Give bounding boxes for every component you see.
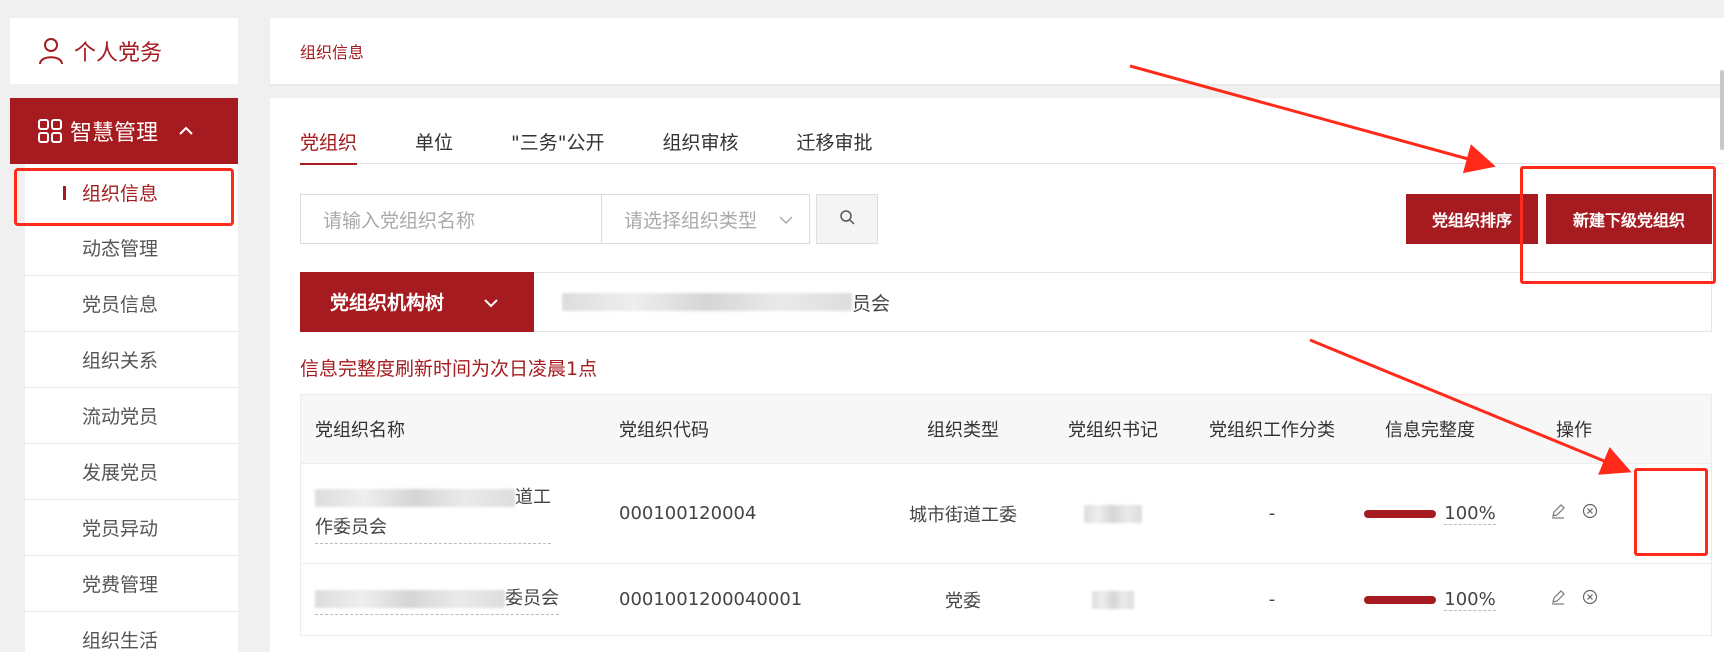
search-placeholder: 请输入党组织名称 [323,209,476,232]
grid-icon [38,118,64,144]
sidebar-item-label: 党员异动 [82,518,159,540]
header-org-code: 党组织代码 [619,420,709,441]
org-name-text: 道工 [515,487,551,508]
header-completeness: 信息完整度 [1385,420,1475,441]
sidebar-item-label: 动态管理 [82,238,159,260]
org-type-cell: 党委 [945,590,981,612]
org-type-cell: 城市街道工委 [909,504,1017,526]
org-name-cell[interactable]: 道工作委员会 [301,483,619,544]
active-indicator [63,186,66,200]
secretary-cell [1037,589,1189,610]
org-name-text: 委员会 [505,588,559,609]
sidebar-item-label: 流动党员 [82,406,159,428]
header-work-category: 党组织工作分类 [1209,420,1335,441]
sidebar-item-relations[interactable]: 组织关系 [25,332,238,388]
sidebar-item-mobile-members[interactable]: 流动党员 [25,388,238,444]
redacted-text [315,489,515,507]
chevron-up-icon [178,126,194,136]
redacted-text [315,590,505,608]
table-row: 委员会 0001001200040001 党委 - 100% [300,564,1712,636]
current-org-name: 员会 [562,289,890,316]
org-code-cell: 0001001200040001 [619,589,803,610]
org-tree-button[interactable]: 党组织机构树 [300,271,534,332]
sidebar-item-personal[interactable]: 个人党务 [10,18,238,84]
refresh-notice: 信息完整度刷新时间为次日凌晨1点 [300,358,598,380]
org-name-text: 作委员会 [315,517,387,538]
sidebar-smart-label: 智慧管理 [70,121,159,146]
sidebar-submenu: 组织信息 动态管理 党员信息 组织关系 流动党员 发展党员 党员异动 党费管理 … [25,164,238,652]
actions-cell [1505,589,1643,610]
redacted-text [1084,505,1142,523]
main-panel: 党组织 单位 "三务"公开 组织审核 迁移审批 请输入党组织名称 请选择组织类型… [270,98,1724,652]
sidebar-item-dynamic[interactable]: 动态管理 [25,220,238,276]
tab-three-affairs[interactable]: "三务"公开 [511,118,604,164]
sidebar-item-label: 党费管理 [82,574,159,596]
sidebar: 个人党务 智慧管理 组织信息 动态管理 党员信息 组织关系 流动党员 发展党员 … [0,0,240,652]
chevron-down-icon [779,208,793,230]
org-sort-button[interactable]: 党组织排序 [1406,194,1538,244]
breadcrumb: 组织信息 [270,18,1724,84]
sidebar-item-label: 组织信息 [82,182,159,205]
sidebar-item-label: 组织生活 [82,630,159,652]
org-type-select[interactable]: 请选择组织类型 [602,194,810,244]
redacted-text [1092,591,1134,609]
tab-transfer-approval[interactable]: 迁移审批 [797,118,873,164]
completeness-cell: 100% [1355,503,1505,525]
sidebar-item-label: 组织关系 [82,350,159,372]
redacted-text [562,293,852,311]
org-name-search-input[interactable]: 请输入党组织名称 [300,194,602,244]
sidebar-item-org-life[interactable]: 组织生活 [25,612,238,652]
search-icon [839,209,855,229]
delete-icon[interactable] [1582,589,1598,610]
actions-cell [1505,503,1643,524]
user-icon [38,36,68,66]
sidebar-personal-label: 个人党务 [74,41,163,66]
progress-bar [1364,595,1437,604]
delete-icon[interactable] [1582,503,1598,524]
header-org-name: 党组织名称 [315,420,405,441]
work-category-cell: - [1268,589,1276,610]
header-actions: 操作 [1556,420,1592,441]
work-category-cell: - [1268,503,1276,524]
header-secretary: 党组织书记 [1068,420,1158,441]
tab-bar: 党组织 单位 "三务"公开 组织审核 迁移审批 [300,118,1724,165]
sidebar-item-smart-management[interactable]: 智慧管理 [10,98,238,164]
sidebar-item-label: 发展党员 [82,462,159,484]
secretary-cell [1037,503,1189,524]
new-sub-org-button[interactable]: 新建下级党组织 [1546,194,1712,244]
org-name-cell[interactable]: 委员会 [301,584,619,615]
header-org-type: 组织类型 [927,420,999,441]
progress-value: 100% [1444,588,1496,611]
current-org-suffix: 员会 [852,292,891,315]
table-header: 党组织名称 党组织代码 组织类型 党组织书记 党组织工作分类 信息完整度 操作 [300,394,1712,464]
org-tree-label: 党组织机构树 [330,292,445,314]
sidebar-item-members[interactable]: 党员信息 [25,276,238,332]
chevron-down-icon [484,291,498,313]
sidebar-item-changes[interactable]: 党员异动 [25,500,238,556]
progress-bar [1364,509,1437,518]
edit-icon[interactable] [1550,589,1566,610]
search-button[interactable] [816,194,878,244]
tab-party-org[interactable]: 党组织 [300,118,358,165]
breadcrumb-current: 组织信息 [300,43,365,62]
progress-value: 100% [1444,502,1496,525]
sidebar-item-develop[interactable]: 发展党员 [25,444,238,500]
org-tree-bar: 党组织机构树 员会 [300,271,1712,332]
sidebar-item-org-info[interactable]: 组织信息 [25,164,238,220]
org-code-cell: 000100120004 [619,503,757,524]
tab-org-review[interactable]: 组织审核 [663,118,739,164]
table-row: 道工作委员会 000100120004 城市街道工委 - 100% [300,464,1712,564]
sidebar-item-label: 党员信息 [82,294,159,316]
org-table: 党组织名称 党组织代码 组织类型 党组织书记 党组织工作分类 信息完整度 操作 … [300,394,1712,636]
scrollbar[interactable] [1720,70,1724,150]
sidebar-item-fees[interactable]: 党费管理 [25,556,238,612]
completeness-cell: 100% [1355,589,1505,611]
select-placeholder: 请选择组织类型 [624,209,758,232]
edit-icon[interactable] [1550,503,1566,524]
tab-unit[interactable]: 单位 [415,118,453,164]
